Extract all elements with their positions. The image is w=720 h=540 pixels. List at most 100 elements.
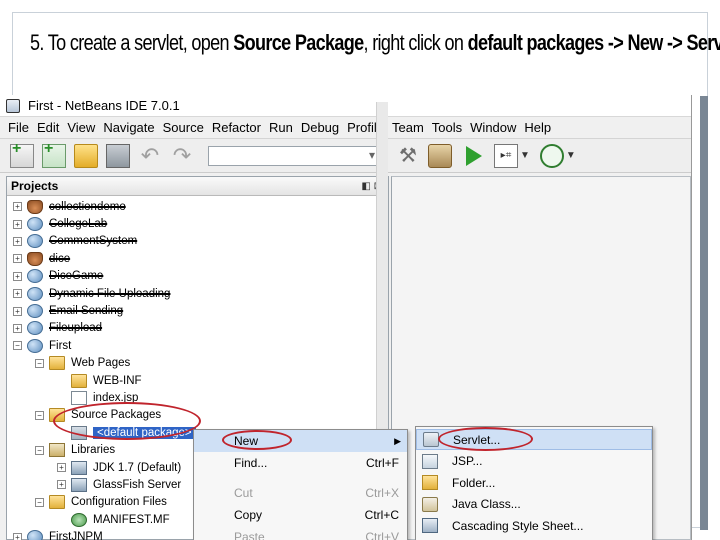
new-submenu-item[interactable]: Cascading Style Sheet... (416, 515, 652, 536)
expand-icon[interactable]: + (13, 202, 22, 212)
collapse-icon[interactable]: − (35, 410, 44, 420)
globe-icon (27, 530, 43, 540)
collapse-icon[interactable]: − (35, 497, 44, 507)
cup-icon (27, 199, 43, 214)
tree-node[interactable]: WEB-INF (7, 372, 388, 389)
globe-icon (27, 321, 43, 336)
tree-node-label: Dynamic File Uploading (49, 287, 171, 300)
tree-node[interactable]: + CollegeLab (7, 215, 388, 232)
globe-icon (27, 286, 43, 301)
menu-debug[interactable]: Debug (297, 120, 343, 135)
new-submenu-item[interactable]: Folder... (416, 472, 652, 493)
caption-text-2: , right click on (363, 30, 468, 55)
menu-item-label: Find... (234, 456, 268, 470)
menu-view[interactable]: View (63, 120, 99, 135)
jsp-icon (422, 453, 438, 469)
css-icon (422, 518, 438, 533)
expand-icon[interactable]: + (57, 480, 66, 490)
clean-build-icon[interactable] (428, 143, 452, 168)
menu-item-label: Cut (234, 486, 253, 500)
tree-node[interactable]: + Email Sending (7, 302, 388, 319)
projects-pane-header: Projects ◧ ⊠ (7, 177, 388, 196)
folder-icon (49, 356, 65, 371)
profile-icon[interactable] (539, 143, 564, 168)
tree-node[interactable]: + dice (7, 250, 388, 267)
tree-node[interactable]: + CommentSystem (7, 233, 388, 250)
tree-node-label: MANIFEST.MF (93, 513, 170, 526)
tree-node-label: First (49, 339, 72, 352)
tree-node[interactable]: + DiceGame (7, 268, 388, 285)
submenu-arrow-icon: ▶ (394, 435, 401, 446)
tree-node[interactable]: index.jsp (7, 389, 388, 406)
context-menu-item[interactable]: Find... Ctrl+F (194, 452, 407, 474)
servlet-icon (423, 432, 439, 447)
menu-window[interactable]: Window (466, 120, 520, 135)
menu-item-label: Cascading Style Sheet... (452, 518, 584, 533)
tree-node-label: DiceGame (49, 270, 104, 283)
context-menu-item[interactable]: Copy Ctrl+C (194, 504, 407, 526)
debug-dropdown-icon[interactable]: ▼ (520, 150, 530, 161)
expand-icon[interactable]: + (13, 236, 22, 246)
expand-icon[interactable]: + (13, 323, 22, 333)
profile-dropdown-icon[interactable]: ▼ (566, 150, 576, 161)
tree-node[interactable]: + Dynamic File Uploading (7, 285, 388, 302)
expand-icon[interactable]: + (57, 463, 66, 473)
tree-node[interactable]: − First (7, 337, 388, 354)
menu-item-shortcut: Ctrl+C (364, 508, 399, 522)
run-icon[interactable] (466, 145, 482, 166)
menu-source[interactable]: Source (159, 120, 208, 135)
new-project-icon[interactable] (10, 140, 34, 168)
menu-team[interactable]: Team (388, 120, 428, 135)
menu-item-shortcut: Ctrl+F (366, 456, 399, 470)
library-icon (49, 443, 65, 458)
menu-navigate[interactable]: Navigate (99, 120, 158, 135)
menu-bar: File Edit View Navigate Source Refactor … (0, 117, 691, 139)
tree-node-label: Fileupload (49, 322, 103, 335)
new-submenu-item[interactable]: Java Class... (416, 494, 652, 515)
expand-icon[interactable]: + (13, 532, 22, 540)
expand-icon[interactable]: + (13, 289, 22, 299)
file-icon (71, 390, 87, 405)
context-menu-item[interactable]: Paste Ctrl+V (194, 526, 407, 540)
menu-help[interactable]: Help (520, 120, 555, 135)
context-menu-item[interactable]: Cut Ctrl+X (194, 482, 407, 504)
collapse-icon[interactable]: − (35, 358, 44, 368)
redo-icon[interactable]: ↷ (170, 143, 194, 168)
new-submenu-item[interactable]: JSP... (416, 451, 652, 472)
menu-file[interactable]: File (4, 120, 33, 135)
collapse-icon[interactable]: − (13, 341, 22, 351)
tree-node-label: Email Sending (49, 305, 124, 318)
tree-node[interactable]: + collectiondemo (7, 198, 388, 215)
menu-item-shortcut: Ctrl+V (365, 530, 399, 540)
expand-icon[interactable]: + (13, 219, 22, 229)
expand-icon[interactable]: + (13, 271, 22, 281)
menu-run[interactable]: Run (265, 120, 297, 135)
tree-scrollbar[interactable] (376, 102, 388, 432)
collapse-icon[interactable]: − (35, 445, 44, 455)
tree-node[interactable]: + Fileupload (7, 320, 388, 337)
tree-node[interactable]: − Web Pages (7, 355, 388, 372)
save-all-icon[interactable] (106, 143, 130, 168)
caption-bold-source-package: Source Package (233, 30, 364, 55)
slide-accent-bar (700, 96, 708, 530)
tree-node-label: Configuration Files (71, 496, 167, 509)
tree-node-label: Web Pages (71, 357, 131, 370)
globe-icon (27, 338, 43, 353)
debug-icon[interactable]: ▸⌗ (494, 143, 518, 168)
window-titlebar: First - NetBeans IDE 7.0.1 (0, 95, 691, 117)
open-project-icon[interactable] (74, 143, 98, 168)
menu-tools[interactable]: Tools (428, 120, 466, 135)
undo-icon[interactable]: ↶ (138, 143, 162, 168)
configuration-select[interactable] (208, 145, 380, 166)
menu-item-label: JSP... (452, 454, 483, 468)
jar-icon (71, 477, 87, 492)
expand-icon[interactable]: + (13, 306, 22, 316)
expand-icon[interactable]: + (13, 254, 22, 264)
step-number: 5. (30, 30, 44, 55)
main-toolbar: ↶ ↷ ⚒ ▸⌗ ▼ ▼ (0, 139, 691, 173)
build-hammer-icon[interactable]: ⚒ (396, 144, 420, 168)
menu-edit[interactable]: Edit (33, 120, 63, 135)
globe-icon (27, 269, 43, 284)
menu-refactor[interactable]: Refactor (208, 120, 265, 135)
new-file-icon[interactable] (42, 140, 66, 168)
